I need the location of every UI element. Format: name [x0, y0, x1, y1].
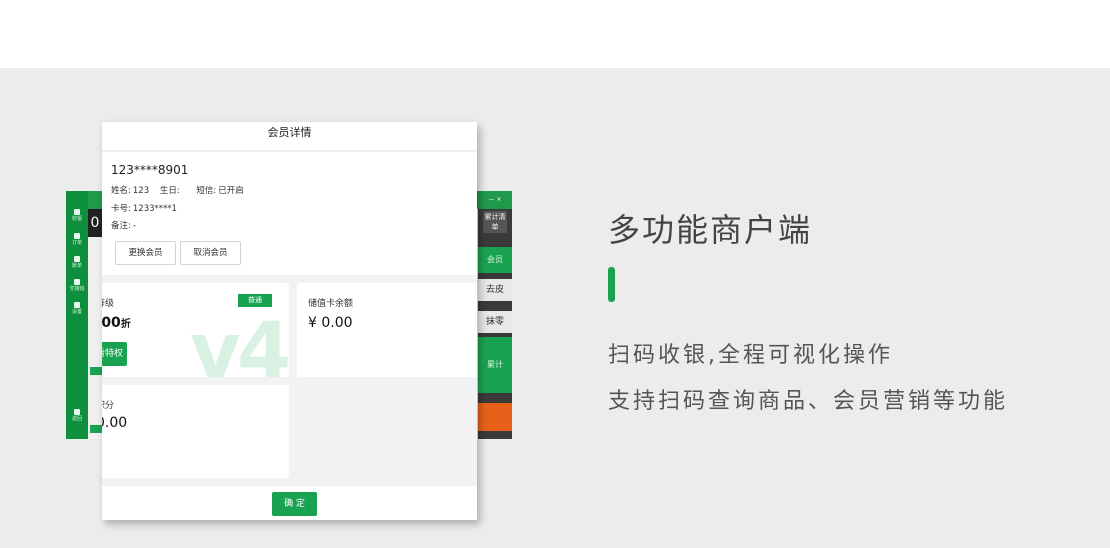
- product-tag: [90, 367, 102, 375]
- round-off-tile[interactable]: 抹零: [478, 311, 512, 333]
- sidebar-item-settings[interactable]: 设置: [69, 302, 85, 315]
- card-number-row: 卡号: 1233****1: [111, 204, 177, 214]
- window-controls[interactable]: — ×: [478, 191, 512, 209]
- sms-field: 短信: 已开启: [196, 186, 244, 196]
- handover-icon: [74, 279, 80, 285]
- points-card: 积分 0.00: [102, 385, 289, 478]
- change-member-button[interactable]: 更换会员: [115, 241, 176, 265]
- member-basic-row: 姓名: 123 生日: 短信: 已开启: [111, 184, 252, 196]
- pos-sidebar: 收银 订单 账单 交接班 设置 返回: [66, 191, 88, 439]
- balance-title: 储值卡余额: [308, 299, 354, 309]
- sidebar-item-bills[interactable]: 账单: [69, 256, 85, 269]
- product-tag: [90, 425, 102, 433]
- member-level-card: v4 等级 普通 .00折 看特权: [102, 283, 289, 377]
- discount-value: .00折: [102, 315, 131, 331]
- birthday-field: 生日:: [159, 186, 180, 196]
- modal-title: 会员详情: [102, 122, 477, 151]
- note-row: 备注: -: [111, 221, 136, 231]
- pos-amount-display: 0: [88, 209, 102, 237]
- orders-icon: [74, 233, 80, 239]
- member-detail-modal: 会员详情 123****8901 姓名: 123 生日: 短信: 已开启 卡号: 12…: [102, 122, 477, 520]
- sidebar-item-cashier[interactable]: 收银: [69, 209, 85, 222]
- view-privileges-button[interactable]: 看特权: [102, 342, 127, 366]
- level-badge: 普通: [238, 294, 272, 307]
- member-info-section: 123****8901 姓名: 123 生日: 短信: 已开启 卡号: 1233***…: [102, 152, 477, 275]
- accent-bar: [608, 267, 615, 302]
- sidebar-item-back[interactable]: 返回: [69, 409, 85, 422]
- cancel-member-button[interactable]: 取消会员: [180, 241, 241, 265]
- sidebar-item-orders[interactable]: 订单: [69, 233, 85, 246]
- bills-icon: [74, 256, 80, 262]
- balance-card: 储值卡余额 ¥ 0.00: [297, 283, 477, 377]
- headline: 多功能商户端: [608, 211, 813, 249]
- confirm-button[interactable]: 确 定: [272, 492, 317, 516]
- name-field: 姓名: 123: [111, 186, 150, 196]
- level-title: 等级: [102, 299, 115, 309]
- gear-icon: [74, 302, 80, 308]
- points-title: 积分: [102, 401, 115, 411]
- balance-value: ¥ 0.00: [308, 315, 353, 331]
- feature-line-2: 支持扫码查询商品、会员营销等功能: [608, 389, 1009, 414]
- feature-line-1: 扫码收银,全程可视化操作: [608, 343, 893, 368]
- version-watermark: v4: [190, 307, 289, 377]
- modal-footer: 确 定: [102, 486, 477, 520]
- checkout-button[interactable]: [478, 403, 512, 431]
- home-icon: [74, 409, 80, 415]
- member-phone: 123****8901: [111, 163, 189, 177]
- sidebar-item-handover[interactable]: 交接班: [69, 279, 85, 292]
- points-value: 0.00: [102, 415, 128, 431]
- cumulative-list-button[interactable]: 累计清单: [483, 211, 507, 233]
- cashier-icon: [74, 209, 80, 215]
- member-tile[interactable]: 会员: [478, 247, 512, 273]
- total-tile[interactable]: 累计: [478, 337, 512, 393]
- tare-tile[interactable]: 去皮: [478, 279, 512, 301]
